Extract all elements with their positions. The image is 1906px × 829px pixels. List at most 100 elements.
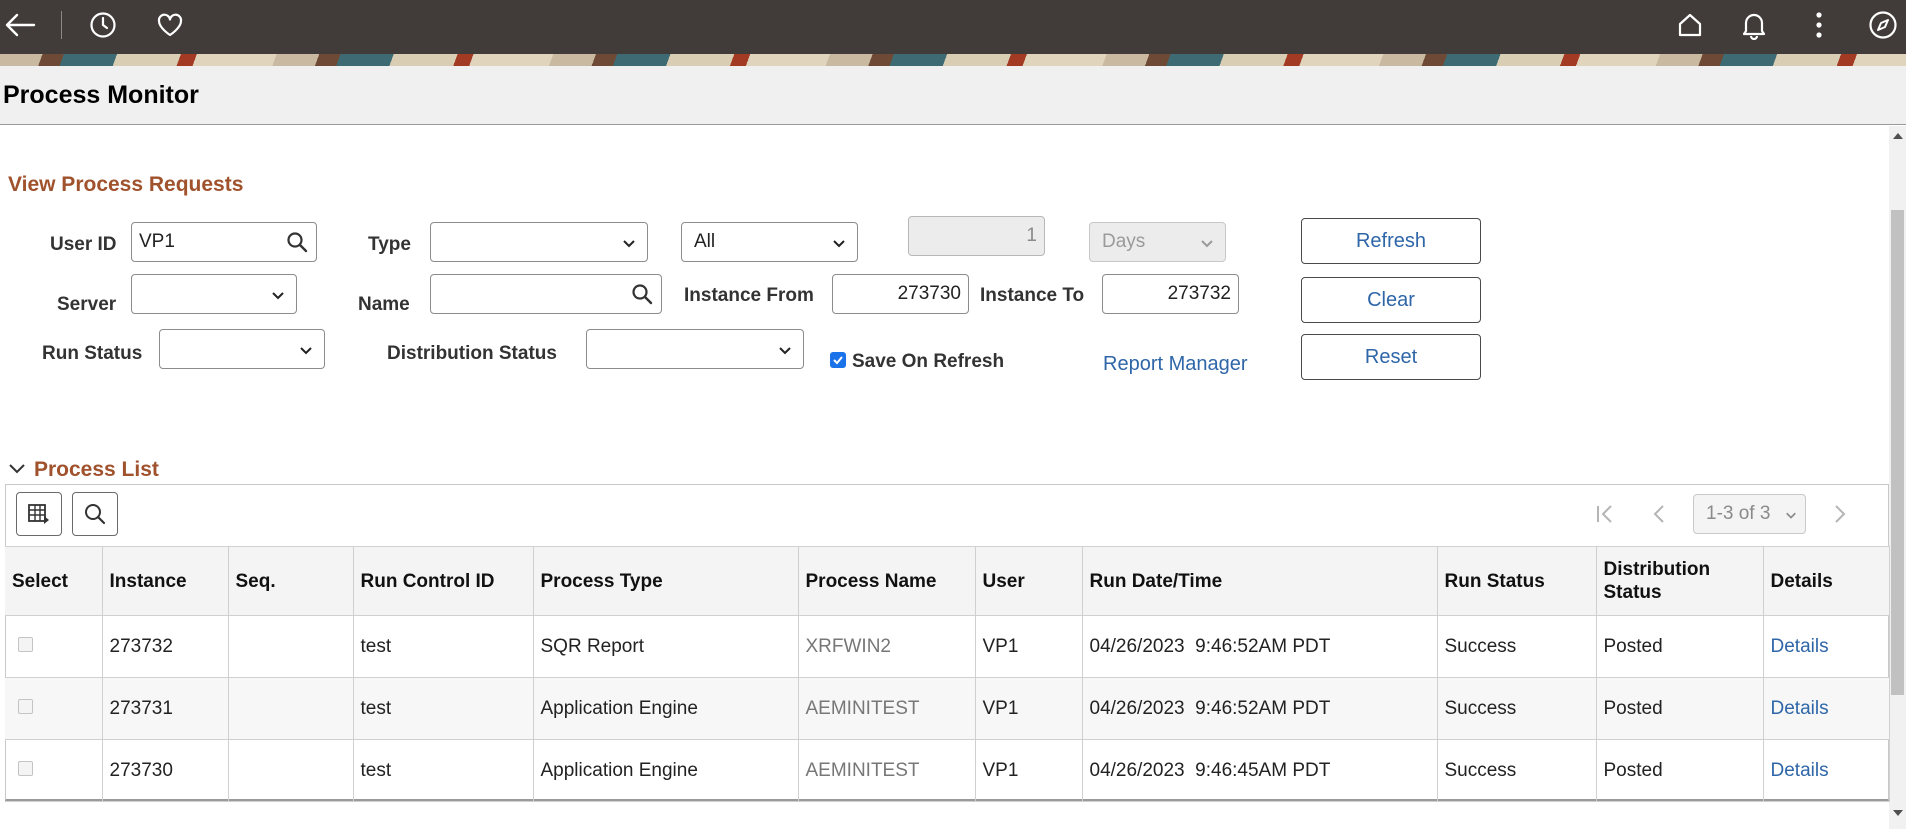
first-page-icon[interactable] (1593, 502, 1617, 526)
seq-cell (228, 677, 354, 740)
user-cell: VP1 (975, 615, 1083, 678)
instance-cell: 273730 (102, 739, 229, 802)
previous-page-icon[interactable] (1648, 502, 1672, 526)
run-datetime-cell: 04/26/2023 9:46:52AM PDT (1082, 677, 1438, 740)
column-header-details: Details (1763, 546, 1890, 616)
row-select-checkbox[interactable] (18, 698, 33, 714)
column-header-run-status: Run Status (1437, 546, 1597, 616)
home-icon[interactable] (1673, 8, 1707, 42)
user-id-value: VP1 (139, 231, 175, 252)
column-header-distribution-status: Distribution Status (1596, 546, 1764, 616)
checkmark-icon (833, 356, 843, 365)
run-datetime-cell: 04/26/2023 9:46:52AM PDT (1082, 615, 1438, 678)
row-select-cell[interactable] (5, 739, 103, 802)
refresh-button[interactable]: Refresh (1301, 218, 1481, 264)
row-select-checkbox[interactable] (18, 636, 33, 652)
chevron-down-icon (623, 240, 635, 248)
actions-menu-icon[interactable] (1802, 8, 1836, 42)
period-unit-select: Days (1089, 222, 1226, 262)
distribution-status-cell: Posted (1596, 615, 1764, 678)
clear-button[interactable]: Clear (1301, 277, 1481, 323)
details-link[interactable]: Details (1763, 677, 1890, 740)
details-link[interactable]: Details (1763, 615, 1890, 678)
scroll-down-arrow-icon[interactable] (1893, 810, 1903, 816)
seq-cell (228, 739, 354, 802)
distribution-status-cell: Posted (1596, 677, 1764, 740)
row-select-cell[interactable] (5, 677, 103, 740)
process-name-lookup-icon[interactable] (631, 283, 653, 305)
instance-cell: 273732 (102, 615, 229, 678)
distribution-status-cell: Posted (1596, 739, 1764, 802)
period-number-input: 1 (908, 216, 1045, 256)
instance-cell: 273731 (102, 677, 229, 740)
row-select-checkbox[interactable] (18, 760, 33, 776)
chevron-down-icon (300, 347, 312, 355)
range-value: All (694, 231, 716, 252)
distribution-status-select[interactable] (586, 329, 804, 369)
user-id-lookup-icon[interactable] (286, 231, 308, 253)
page-title: Process Monitor (3, 81, 199, 109)
recent-history-icon[interactable] (86, 8, 120, 42)
table-header-row: Select Instance Seq. Run Control ID Proc… (5, 546, 1890, 616)
process-name-cell: AEMINITEST (798, 739, 976, 802)
type-select[interactable] (430, 222, 648, 262)
scroll-up-arrow-icon[interactable] (1893, 133, 1903, 139)
column-header-seq: Seq. (228, 546, 354, 616)
user-id-input[interactable]: VP1 (131, 222, 317, 262)
back-arrow-icon[interactable] (3, 8, 37, 42)
instance-to-value: 273732 (1167, 283, 1231, 304)
column-header-user: User (975, 546, 1083, 616)
process-list-title[interactable]: Process List (34, 458, 159, 482)
run-control-cell: test (353, 615, 534, 678)
range-select[interactable]: All (681, 222, 858, 262)
row-select-cell[interactable] (5, 615, 103, 678)
save-on-refresh-checkbox[interactable] (830, 352, 846, 368)
instance-from-input[interactable]: 273730 (832, 274, 969, 314)
column-header-process-name: Process Name (798, 546, 976, 616)
run-control-cell: test (353, 677, 534, 740)
run-status-select[interactable] (159, 329, 325, 369)
notifications-bell-icon[interactable] (1737, 8, 1771, 42)
process-type-cell: SQR Report (533, 615, 799, 678)
favorites-heart-icon[interactable] (153, 8, 187, 42)
view-process-requests-title: View Process Requests (8, 173, 244, 196)
process-name-cell: AEMINITEST (798, 677, 976, 740)
table-row: 273732 test SQR Report XRFWIN2 VP1 04/26… (5, 615, 1890, 678)
top-navigation-bar (0, 0, 1906, 54)
run-status-cell: Success (1437, 615, 1597, 678)
process-name-input[interactable] (430, 274, 662, 314)
vertical-scrollbar[interactable] (1889, 126, 1906, 829)
server-label: Server (57, 294, 117, 315)
period-unit-value: Days (1102, 231, 1146, 252)
chevron-down-icon (833, 240, 845, 248)
grid-search-button[interactable] (72, 492, 118, 536)
run-status-cell: Success (1437, 677, 1597, 740)
table-row: 273731 test Application Engine AEMINITES… (5, 677, 1890, 740)
table-row: 273730 test Application Engine AEMINITES… (5, 739, 1890, 802)
instance-to-input[interactable]: 273732 (1102, 274, 1239, 314)
instance-from-value: 273730 (897, 283, 961, 304)
instance-to-label: Instance To (980, 285, 1085, 306)
reset-button[interactable]: Reset (1301, 334, 1481, 380)
decorative-banner (0, 54, 1906, 66)
pager-select[interactable]: 1-3 of 3 (1693, 494, 1806, 534)
chevron-down-icon (779, 347, 791, 355)
instance-from-label: Instance From (684, 285, 814, 306)
process-name-cell: XRFWIN2 (798, 615, 976, 678)
scrollbar-thumb[interactable] (1891, 210, 1904, 695)
column-header-run-control-id: Run Control ID (353, 546, 534, 616)
pager-value: 1-3 of 3 (1706, 503, 1771, 524)
user-cell: VP1 (975, 739, 1083, 802)
seq-cell (228, 615, 354, 678)
next-page-icon[interactable] (1827, 502, 1851, 526)
report-manager-link[interactable]: Report Manager (1103, 353, 1248, 376)
navigator-compass-icon[interactable] (1866, 8, 1900, 42)
server-select[interactable] (131, 274, 297, 314)
chevron-down-icon (272, 292, 284, 300)
save-on-refresh-label[interactable]: Save On Refresh (852, 351, 1004, 373)
personalize-grid-button[interactable] (16, 492, 62, 536)
collapse-chevron-icon[interactable] (8, 462, 26, 476)
name-label: Name (358, 294, 410, 315)
column-header-process-type: Process Type (533, 546, 799, 616)
details-link[interactable]: Details (1763, 739, 1890, 802)
